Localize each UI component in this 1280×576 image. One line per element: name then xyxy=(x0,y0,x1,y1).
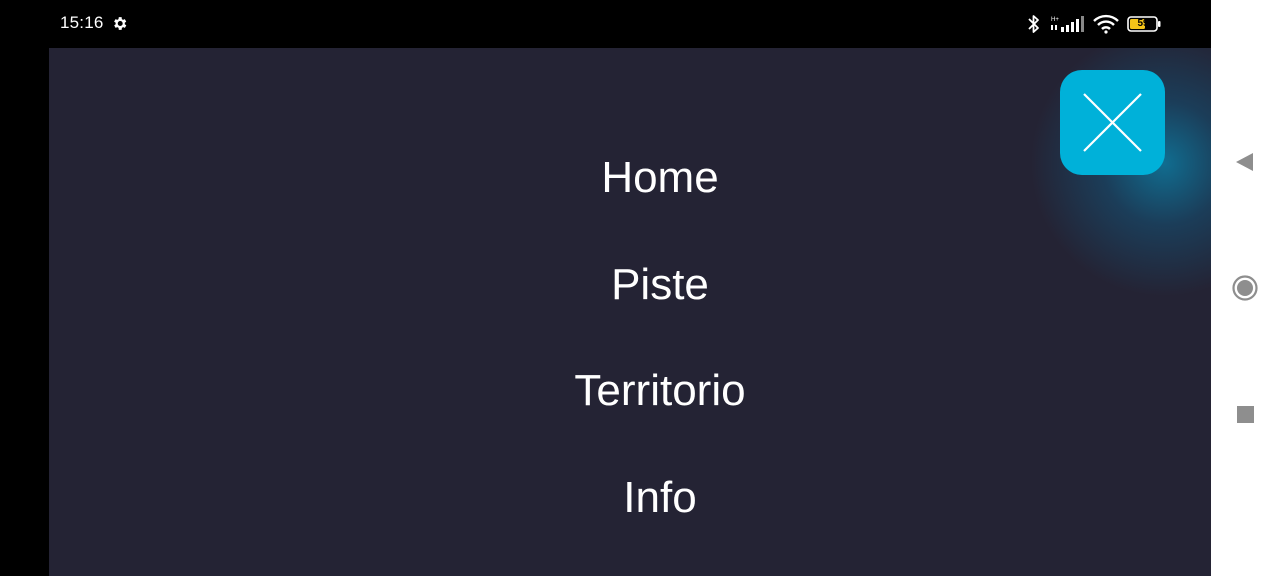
status-icons: H+ 59 xyxy=(1027,12,1161,36)
screen: 15:16 H+ 59 Home Piste Territorio Info xyxy=(0,0,1280,576)
menu-item-info[interactable]: Info xyxy=(49,468,1211,528)
svg-text:H+: H+ xyxy=(1051,17,1059,23)
menu-overlay: Home Piste Territorio Info xyxy=(49,48,1211,576)
recents-icon[interactable] xyxy=(1229,398,1261,430)
wifi-icon xyxy=(1093,14,1119,34)
close-icon xyxy=(1083,93,1142,152)
home-icon[interactable] xyxy=(1229,272,1261,304)
left-edge xyxy=(0,48,49,576)
bluetooth-icon xyxy=(1027,14,1041,34)
battery-icon: 59 xyxy=(1127,16,1161,32)
menu-item-home[interactable]: Home xyxy=(49,148,1211,208)
menu-item-piste[interactable]: Piste xyxy=(49,255,1211,315)
status-bar: 15:16 H+ 59 xyxy=(0,0,1211,48)
close-menu-button[interactable] xyxy=(1060,70,1165,175)
nav-menu: Home Piste Territorio Info xyxy=(49,48,1211,576)
settings-icon xyxy=(111,15,128,32)
back-icon[interactable] xyxy=(1229,146,1261,178)
battery-level: 59 xyxy=(1137,18,1149,29)
menu-item-territorio[interactable]: Territorio xyxy=(49,361,1211,421)
status-time: 15:16 xyxy=(60,13,104,32)
signal-icon: H+ xyxy=(1049,14,1085,34)
system-navigation-bar xyxy=(1211,0,1280,576)
